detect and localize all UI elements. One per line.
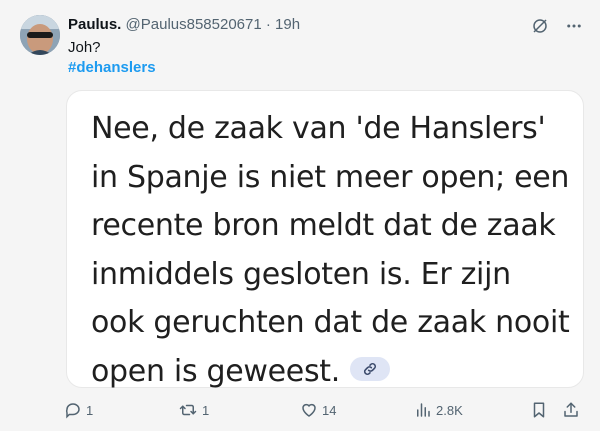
bookmark-button[interactable] xyxy=(530,398,548,422)
more-dots-icon[interactable] xyxy=(564,16,584,36)
share-button[interactable] xyxy=(562,398,580,422)
share-icon xyxy=(562,401,580,419)
heart-icon xyxy=(300,401,318,419)
reply-count: 1 xyxy=(86,402,94,418)
views-button[interactable]: 2.8K xyxy=(414,398,463,422)
retweet-icon xyxy=(178,401,198,419)
hashtag-link[interactable]: #dehanslers xyxy=(68,58,156,78)
avatar[interactable] xyxy=(20,15,60,55)
reply-button[interactable]: 1 xyxy=(64,398,93,422)
action-bar: 1 1 14 2.8K xyxy=(60,398,586,422)
card-text: Nee, de zaak van 'de Hanslers' in Spanje… xyxy=(91,105,571,396)
link-icon[interactable] xyxy=(349,357,390,381)
tweet-header: Paulus. @Paulus858520671 · 19h xyxy=(68,15,530,35)
grok-slash-icon[interactable] xyxy=(530,16,550,36)
reply-bubble-icon xyxy=(64,401,82,419)
tweet[interactable]: Paulus. @Paulus858520671 · 19h Joh? #deh… xyxy=(0,0,600,431)
separator-dot: · xyxy=(265,16,271,33)
author-handle[interactable]: @Paulus858520671 xyxy=(126,16,262,33)
like-button[interactable]: 14 xyxy=(300,398,336,422)
media-card[interactable]: Nee, de zaak van 'de Hanslers' in Spanje… xyxy=(66,90,584,389)
retweet-count: 1 xyxy=(202,402,210,418)
card-text-content: Nee, de zaak van 'de Hanslers' in Spanje… xyxy=(91,111,570,389)
like-count: 14 xyxy=(322,402,337,418)
bookmark-icon xyxy=(530,401,548,419)
bar-chart-icon xyxy=(414,401,432,419)
retweet-button[interactable]: 1 xyxy=(178,398,209,422)
tweet-time[interactable]: 19h xyxy=(275,16,300,33)
author-name[interactable]: Paulus. xyxy=(68,16,121,33)
tweet-text: Joh? xyxy=(68,39,101,56)
views-count: 2.8K xyxy=(436,402,463,418)
